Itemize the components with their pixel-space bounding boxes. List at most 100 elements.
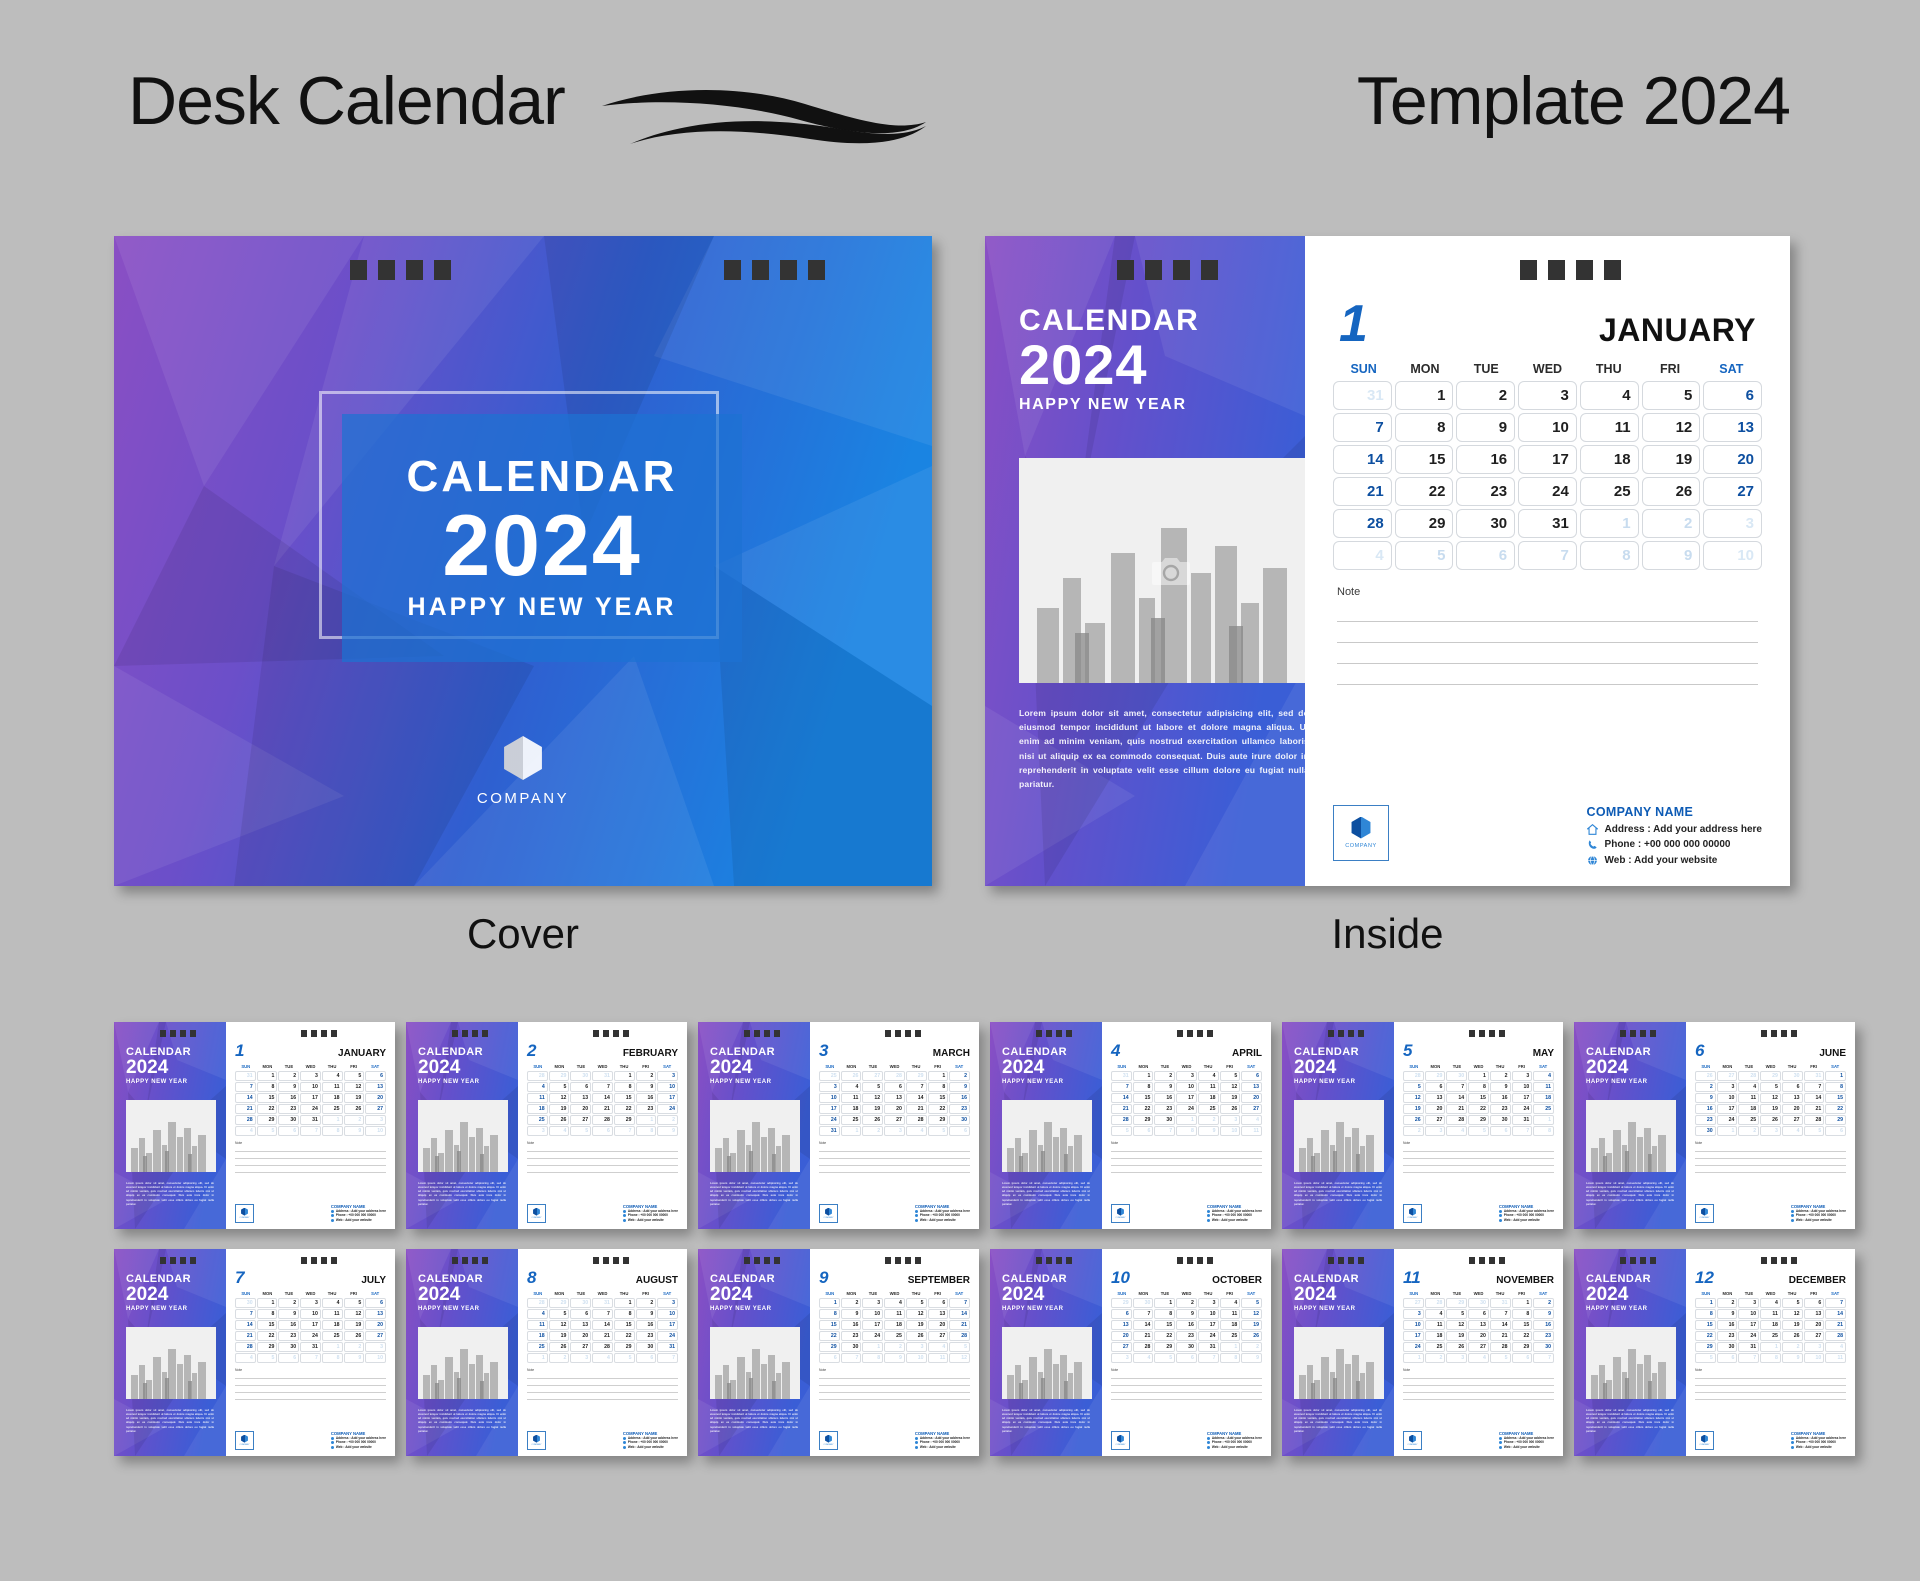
date-cell[interactable]: 27 [570,1115,592,1125]
date-cell[interactable]: 24 [300,1331,321,1341]
date-cell[interactable]: 15 [819,1320,840,1330]
date-cell[interactable]: 4 [1197,1071,1219,1081]
date-cell[interactable]: 24 [1197,1331,1219,1341]
date-cell[interactable]: 8 [613,1309,635,1319]
date-cell-adjacent[interactable]: 9 [1241,1353,1262,1363]
month-thumbnail[interactable]: CALENDAR 2024 HAPPY NEW YEAR Lorem ipsum… [698,1022,979,1229]
date-cell-adjacent[interactable]: 9 [657,1126,678,1136]
date-cell[interactable]: 20 [1111,1331,1132,1341]
date-cell-adjacent[interactable]: 5 [256,1126,278,1136]
date-cell[interactable]: 25 [321,1331,343,1341]
date-cell[interactable]: 23 [635,1104,657,1114]
date-cell-adjacent[interactable]: 4 [235,1126,256,1136]
date-cell[interactable]: 20 [1781,1104,1803,1114]
date-cell[interactable]: 27 [1781,1115,1803,1125]
date-cell[interactable]: 4 [1579,381,1639,410]
date-cell[interactable]: 11 [321,1309,343,1319]
date-cell[interactable]: 30 [949,1115,970,1125]
date-cell[interactable]: 15 [613,1320,635,1330]
date-cell-adjacent[interactable]: 1 [840,1126,862,1136]
date-cell[interactable]: 7 [905,1082,927,1092]
date-cell[interactable]: 1 [256,1071,278,1081]
date-cell-adjacent[interactable]: 5 [570,1126,592,1136]
date-cell[interactable]: 22 [1132,1104,1154,1114]
thumb-date-grid[interactable]: 28 29 30 31 1 2 3 4 5 6 7 8 9 10 11 12 13 14 15 16 17 18 19 20 2… [527,1071,678,1136]
date-cell[interactable]: 13 [570,1093,592,1103]
date-cell[interactable]: 6 [1241,1071,1262,1081]
date-cell[interactable]: 23 [1533,1331,1554,1341]
date-cell-adjacent[interactable]: 2 [343,1115,365,1125]
date-cell-adjacent[interactable]: 30 [570,1071,592,1081]
date-cell[interactable]: 3 [1403,1309,1424,1319]
date-cell[interactable]: 24 [1511,1104,1533,1114]
date-cell[interactable]: 24 [1738,1331,1760,1341]
date-cell-adjacent[interactable]: 5 [613,1353,635,1363]
date-cell[interactable]: 16 [1489,1093,1511,1103]
date-cell[interactable]: 5 [1241,1298,1262,1308]
date-cell[interactable]: 10 [657,1082,678,1092]
date-cell[interactable]: 11 [527,1320,548,1330]
date-cell[interactable]: 11 [321,1082,343,1092]
date-cell[interactable]: 21 [235,1331,256,1341]
date-cell[interactable]: 6 [1781,1082,1803,1092]
date-cell[interactable]: 23 [1154,1104,1176,1114]
date-cell[interactable]: 13 [1468,1320,1489,1330]
date-cell[interactable]: 10 [657,1309,678,1319]
date-cell[interactable]: 12 [1241,1309,1262,1319]
date-cell[interactable]: 18 [840,1104,862,1114]
date-cell[interactable]: 16 [1154,1093,1176,1103]
date-cell[interactable]: 1 [613,1071,635,1081]
date-cell[interactable]: 13 [365,1082,386,1092]
date-cell[interactable]: 25 [1219,1331,1241,1341]
date-cell[interactable]: 6 [927,1298,949,1308]
date-cell[interactable]: 15 [1695,1320,1716,1330]
date-cell[interactable]: 11 [1579,413,1639,442]
date-cell[interactable]: 3 [862,1298,884,1308]
date-cell-adjacent[interactable]: 5 [949,1342,970,1352]
date-cell[interactable]: 12 [1403,1093,1424,1103]
date-cell[interactable]: 30 [1456,509,1516,538]
date-cell[interactable]: 2 [635,1298,657,1308]
date-cell[interactable]: 16 [949,1093,970,1103]
date-cell[interactable]: 29 [1154,1342,1176,1352]
date-cell[interactable]: 23 [1716,1331,1738,1341]
date-cell-adjacent[interactable]: 1 [527,1353,548,1363]
date-cell[interactable]: 30 [635,1342,657,1352]
date-cell[interactable]: 17 [1197,1320,1219,1330]
date-cell-adjacent[interactable]: 2 [657,1115,678,1125]
date-cell[interactable]: 24 [300,1104,321,1114]
date-cell[interactable]: 4 [1533,1071,1554,1081]
inside-page[interactable]: CALENDAR 2024 HAPPY NEW YEAR Lorem ipsum… [985,236,1790,886]
date-cell[interactable]: 24 [657,1331,678,1341]
month-thumbnail[interactable]: CALENDAR 2024 HAPPY NEW YEAR Lorem ipsum… [990,1249,1271,1456]
date-cell[interactable]: 18 [527,1104,548,1114]
date-cell[interactable]: 24 [1403,1342,1424,1352]
date-cell[interactable]: 11 [1219,1309,1241,1319]
thumb-date-grid[interactable]: 1 2 3 4 5 6 7 8 9 10 11 12 13 14 15 16 17 18 19 20 21 22 23 24 2… [1695,1298,1846,1363]
date-cell[interactable]: 29 [613,1115,635,1125]
date-cell[interactable]: 5 [343,1071,365,1081]
date-cell[interactable]: 26 [905,1331,927,1341]
date-cell[interactable]: 7 [592,1082,613,1092]
note-section[interactable]: Note [1333,586,1762,685]
date-cell[interactable]: 29 [613,1342,635,1352]
date-cell[interactable]: 7 [235,1309,256,1319]
date-cell[interactable]: 4 [321,1071,343,1081]
date-cell[interactable]: 13 [1803,1309,1825,1319]
date-cell[interactable]: 10 [1176,1082,1197,1092]
date-cell-adjacent[interactable]: 3 [1703,509,1762,538]
date-cell[interactable]: 10 [1403,1320,1424,1330]
date-cell-adjacent[interactable]: 4 [1241,1115,1262,1125]
date-cell[interactable]: 8 [819,1309,840,1319]
date-cell[interactable]: 28 [1132,1342,1154,1352]
date-cell-adjacent[interactable]: 31 [235,1071,256,1081]
date-cell-adjacent[interactable]: 9 [343,1126,365,1136]
date-cell[interactable]: 24 [657,1104,678,1114]
date-cell[interactable]: 1 [1511,1298,1533,1308]
date-cell-adjacent[interactable]: 28 [1403,1071,1424,1081]
date-cell[interactable]: 22 [613,1331,635,1341]
date-cell[interactable]: 30 [278,1115,300,1125]
date-cell[interactable]: 2 [278,1071,300,1081]
date-cell[interactable]: 29 [819,1342,840,1352]
date-cell[interactable]: 25 [1579,477,1639,506]
